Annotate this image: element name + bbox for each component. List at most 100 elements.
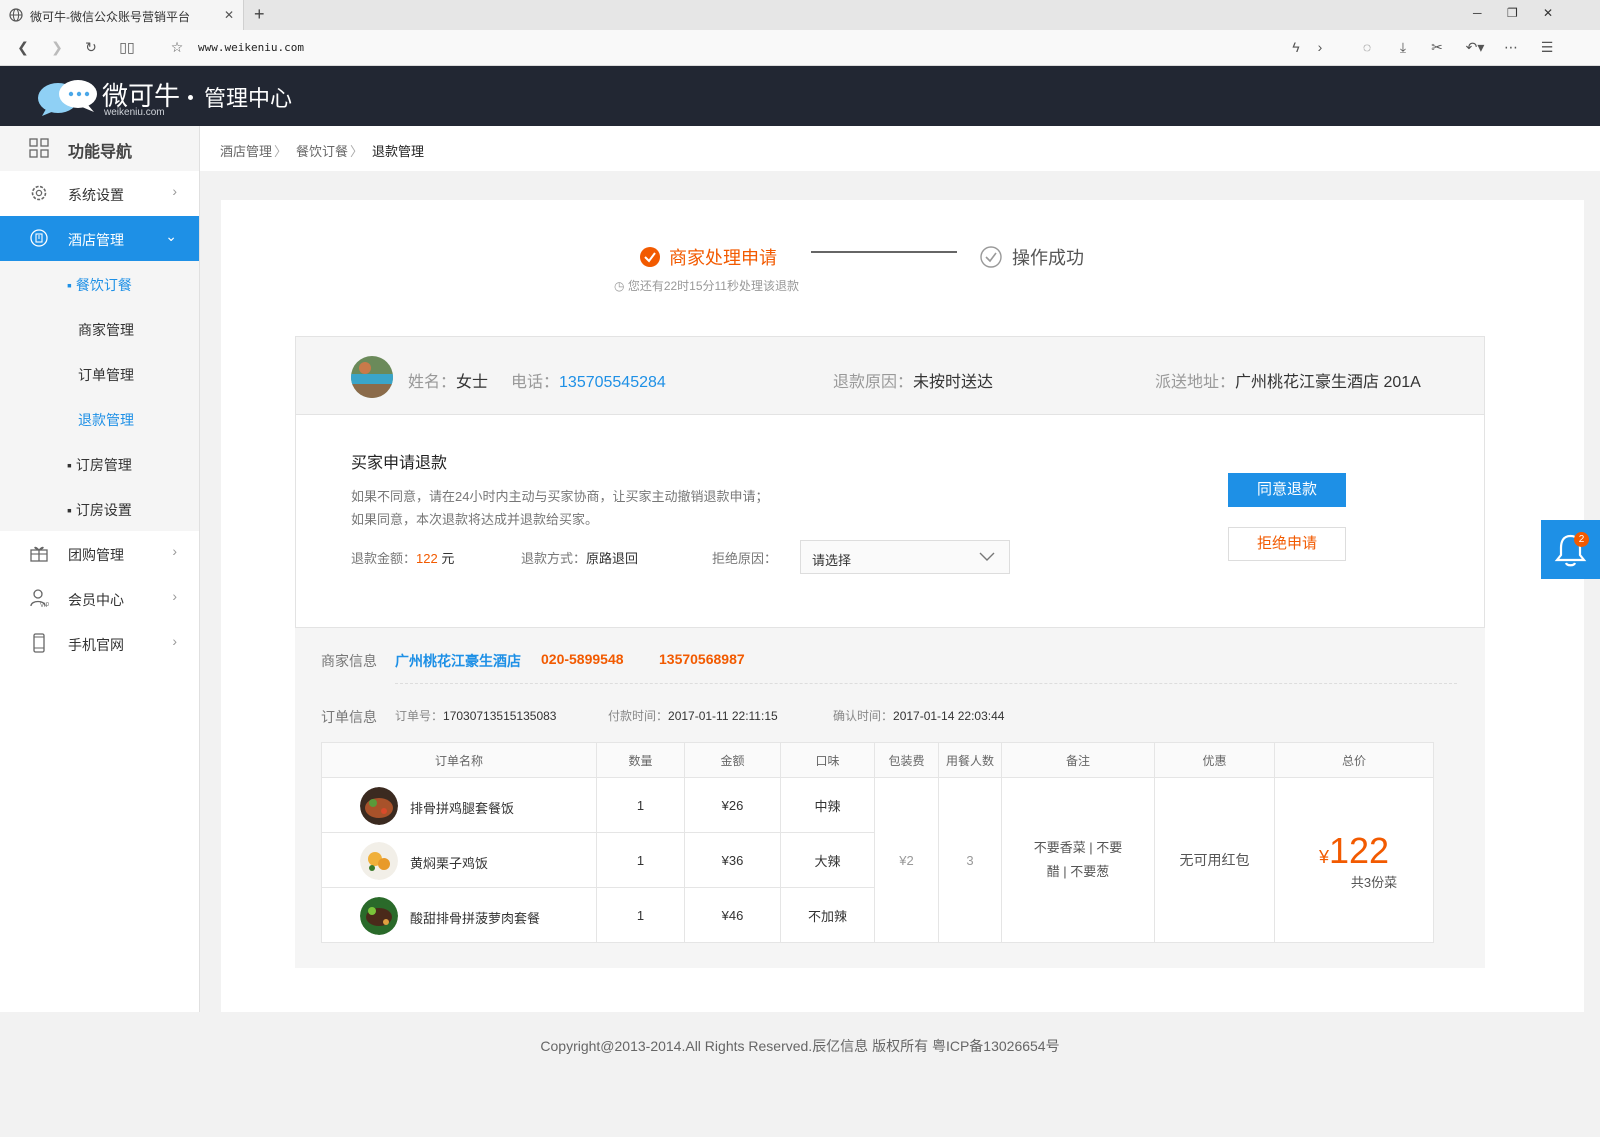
url-field[interactable]: www.weikeniu.com [198, 41, 304, 54]
amount-cell: ¥46 [684, 887, 781, 943]
breadcrumb-item-dining[interactable]: 餐饮订餐 [296, 141, 348, 160]
chevron-down-icon [979, 552, 995, 561]
note-cell: 不要香菜 | 不要醋 | 不要葱 [1001, 777, 1155, 943]
sidebar-sub-label: ▪ 订房管理 [67, 457, 132, 473]
bell-icon [1554, 534, 1587, 567]
refund-title: 买家申请退款 [351, 455, 448, 472]
table-header: 订单名称 数量 金额 口味 包装费 用餐人数 备注 优惠 总价 [321, 742, 1434, 778]
sidebar-item-hotel[interactable]: 酒店管理 ⌄ [0, 216, 199, 261]
column-header: 备注 [1001, 742, 1155, 778]
column-header: 用餐人数 [938, 742, 1002, 778]
sidebar-item-system-settings[interactable]: 系统设置 › [0, 171, 199, 216]
sidebar-head: 功能导航 [0, 126, 199, 171]
dish-image [360, 787, 398, 825]
refresh-icon[interactable]: ↻ [80, 36, 102, 58]
sidebar-sub-refund[interactable]: 退款管理 [0, 396, 199, 441]
vip-user-icon: VIP [30, 589, 49, 608]
total-count: 共3份菜 [1350, 874, 1398, 890]
check-circle-outline-icon [980, 246, 1002, 268]
comment-icon[interactable]: ◌ [1356, 36, 1378, 58]
reject-reason-label: 拒绝原因： [712, 551, 778, 566]
download-icon[interactable]: ⤓ [1392, 36, 1414, 58]
sidebar-item-label: 团购管理 [68, 547, 124, 563]
separator-dot [188, 95, 193, 100]
dish-cell: 黄焖栗子鸡饭 [321, 832, 597, 888]
breadcrumb: 酒店管理 〉 餐饮订餐 〉 退款管理 [200, 126, 1600, 171]
avatar [351, 356, 393, 398]
back-icon[interactable]: ❮ [12, 36, 34, 58]
time-remaining-text: 您还有22时15分11秒处理该退款 [627, 279, 799, 293]
sidebar-sub-rooms[interactable]: ▪ 订房管理 [0, 441, 199, 486]
breadcrumb-item-refund: 退款管理 [372, 144, 425, 159]
sidebar: 功能导航 系统设置 › 酒店管理 ⌄ ▪ 餐饮订餐 商家管理 订单管理 退款管理… [0, 126, 200, 1012]
browser-tab[interactable]: 微可牛-微信公众账号营销平台 ✕ [0, 0, 244, 30]
progress-step-2: 操作成功 [980, 244, 1084, 270]
breadcrumb-separator-icon: 〉 [350, 144, 364, 159]
taste-cell: 中辣 [780, 777, 875, 833]
package-fee-cell: ¥2 [874, 777, 939, 943]
customer-info: 姓名：女士 电话：135705545284 退款原因：未按时送达 派送地址：广州… [296, 337, 1484, 415]
agree-refund-button[interactable]: 同意退款 [1228, 473, 1346, 507]
reading-view-icon[interactable]: ▯▯ [116, 36, 138, 58]
logo-icon [38, 80, 97, 116]
sidebar-head-label: 功能导航 [68, 144, 133, 161]
customer-name: 姓名：女士 [408, 374, 489, 391]
restore-icon[interactable]: ❐ [1507, 6, 1518, 20]
dish-image [360, 842, 398, 880]
favorite-star-icon[interactable]: ☆ [166, 36, 188, 58]
sidebar-sub-dining[interactable]: ▪ 餐饮订餐 [0, 261, 199, 306]
app-header: 微可牛 weikeniu.com 管理中心 [0, 66, 1600, 126]
progress-step-1: 商家处理申请 [639, 244, 777, 270]
total-cell: ¥122 共3份菜 [1274, 777, 1434, 943]
browser-tabbar: 微可牛-微信公众账号营销平台 ✕ + ─ ❐ ✕ [0, 0, 1600, 30]
sidebar-item-label: 系统设置 [68, 187, 124, 203]
refund-reason: 退款原因：未按时送达 [833, 374, 994, 391]
undo-icon[interactable]: ↶▾ [1460, 36, 1490, 58]
notification-button[interactable] [1541, 520, 1600, 579]
sidebar-sub-merchant[interactable]: 商家管理 [0, 306, 199, 351]
chevron-right-icon: › [172, 588, 177, 604]
minimize-icon[interactable]: ─ [1473, 6, 1482, 20]
menu-icon[interactable]: ☰ [1536, 36, 1558, 58]
sidebar-item-groupbuy[interactable]: 团购管理 › [0, 531, 199, 576]
svg-text:VIP: VIP [40, 603, 49, 608]
amount-cell: ¥26 [684, 777, 781, 833]
chevron-right-icon[interactable]: › [1310, 36, 1330, 58]
new-tab-icon[interactable]: + [254, 4, 265, 25]
refund-desc-1: 如果不同意，请在24小时内主动与买家协商，让买家主动撤销退款申请； [351, 489, 769, 504]
forward-icon[interactable]: ❯ [46, 36, 68, 58]
phone-icon [33, 633, 45, 653]
check-circle-icon [640, 247, 660, 267]
reject-reason-select[interactable]: 请选择 [800, 540, 1010, 574]
refund-desc-2: 如果同意，本次退款将达成并退款给买家。 [351, 512, 599, 527]
qty-cell: 1 [596, 777, 685, 833]
sidebar-sub-room-settings[interactable]: ▪ 订房设置 [0, 486, 199, 531]
reject-request-button[interactable]: 拒绝申请 [1228, 527, 1346, 561]
window-close-icon[interactable]: ✕ [1543, 6, 1553, 20]
grid-icon [29, 138, 49, 158]
chevron-right-icon: › [172, 633, 177, 649]
sidebar-sub-label: ▪ 订房设置 [67, 502, 132, 518]
breadcrumb-item-hotel[interactable]: 酒店管理 [220, 141, 272, 160]
merchant-name[interactable]: 广州桃花江豪生酒店 [395, 651, 521, 671]
gift-icon [30, 546, 48, 562]
column-header: 订单名称 [321, 742, 597, 778]
sidebar-item-members[interactable]: VIP 会员中心 › [0, 576, 199, 621]
sidebar-item-label: 酒店管理 [68, 232, 124, 248]
close-tab-icon[interactable]: ✕ [224, 8, 234, 22]
dish-image [360, 897, 398, 935]
merchant-info-label: 商家信息 [321, 653, 377, 669]
scissors-icon[interactable]: ✂ [1426, 36, 1448, 58]
step-2-label: 操作成功 [1012, 248, 1084, 268]
amount-cell: ¥36 [684, 832, 781, 888]
time-remaining: ◷ 您还有22时15分11秒处理该退款 [614, 277, 799, 294]
more-icon[interactable]: ⋯ [1500, 36, 1522, 58]
sidebar-sub-orders[interactable]: 订单管理 [0, 351, 199, 396]
hotel-icon [30, 229, 48, 247]
sidebar-item-mobile-site[interactable]: 手机官网 › [0, 621, 199, 666]
qty-cell: 1 [596, 887, 685, 943]
diners-cell: 3 [938, 777, 1002, 943]
order-number: 订单号：17030713515135083 [395, 709, 557, 723]
dish-name: 排骨拼鸡腿套餐饭 [410, 801, 515, 816]
lightning-icon[interactable]: ϟ [1286, 36, 1306, 58]
